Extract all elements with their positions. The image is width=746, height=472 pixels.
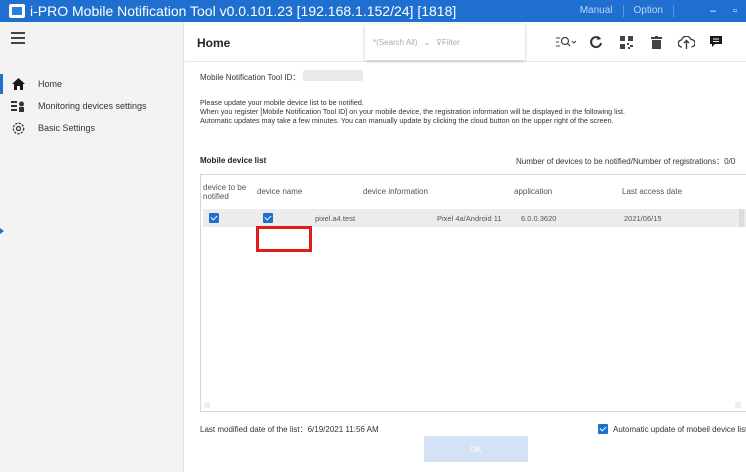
delete-icon[interactable] [645,32,667,52]
notice-text: Please update your mobile device list to… [200,98,625,125]
sidebar-item-monitoring-devices[interactable]: Monitoring devices settings [0,96,184,116]
refresh-icon[interactable] [585,32,607,52]
search-box[interactable]: *(Search All) ⌄ ⊽ Filter [365,24,525,60]
filter-input[interactable]: Filter [442,38,460,47]
highlight-annotation [256,226,312,252]
chevron-down-icon: ⌄ [423,37,431,47]
search-options-icon[interactable] [555,32,577,52]
sidebar-item-label: Home [38,79,63,89]
home-icon [11,77,25,91]
header-bar: Home *(Search All) ⌄ ⊽ Filter [185,22,746,62]
main-content: Home *(Search All) ⌄ ⊽ Filter Mobile Not… [185,22,746,472]
qr-code-icon[interactable] [615,32,637,52]
tool-id-value [303,70,363,81]
title-bar: i-PRO Mobile Notification Tool v0.0.101.… [0,0,746,22]
last-modified-label: Last modified date of the list：6/19/2021… [200,425,379,434]
column-header-last-access[interactable]: Last access date [622,187,682,196]
option-link[interactable]: Option [624,5,674,17]
page-title: Home [197,36,231,50]
pointer-arrow-icon [0,228,4,234]
auto-update-option[interactable]: Automatic update of mobeil device list [598,424,746,434]
toolbar [555,32,735,52]
sidebar: Home Monitoring devices settings Basic S… [0,22,184,472]
devices-icon [11,99,25,113]
notice-line: Please update your mobile device list to… [200,98,364,107]
device-table: device to be notified device name device… [200,174,746,412]
device-count-label: Number of devices to be notified/Number … [516,157,736,166]
vertical-scrollbar[interactable] [739,209,744,227]
gear-icon [11,121,25,135]
cloud-update-icon[interactable] [675,32,697,52]
column-header-device-name[interactable]: device name [257,187,302,196]
sidebar-item-home[interactable]: Home [0,74,184,94]
notify-checkbox[interactable] [209,213,219,223]
column-header-application[interactable]: application [514,187,552,196]
sidebar-item-basic-settings[interactable]: Basic Settings [0,118,184,138]
title-bar-controls: Manual Option – ▫ [570,0,746,22]
horizontal-scroll-right[interactable] [735,402,741,408]
ok-button[interactable]: OK [424,436,528,462]
minimize-button[interactable]: – [702,5,724,17]
hamburger-menu-icon[interactable] [11,32,25,44]
window-title: i-PRO Mobile Notification Tool v0.0.101.… [30,3,457,19]
auto-update-checkbox[interactable] [598,424,608,434]
app-window: i-PRO Mobile Notification Tool v0.0.101.… [0,0,746,472]
column-header-notified[interactable]: device to be notified [203,183,249,201]
auto-update-label: Automatic update of mobeil device list [613,424,746,434]
sidebar-item-label: Monitoring devices settings [38,101,147,111]
message-icon[interactable] [705,32,727,52]
tool-id-label: Mobile Notification Tool ID： [200,73,301,82]
last-access-cell: 2021/06/15 [624,214,662,223]
device-list-title: Mobile device list [200,156,267,165]
horizontal-scroll-left[interactable] [204,402,210,408]
sidebar-item-label: Basic Settings [38,123,96,133]
table-row[interactable]: pixel.a4.test Pixel 4a/Android 11 6.0.0.… [203,209,746,227]
app-logo-icon [9,4,25,18]
notice-line: When you register [Mobile Notification T… [200,107,625,116]
column-header-device-info[interactable]: device information [363,187,428,196]
search-scope-select[interactable]: *(Search All) [373,38,417,47]
device-info-cell: Pixel 4a/Android 11 [437,214,502,223]
maximize-button[interactable]: ▫ [724,5,746,17]
notice-line: Automatic updates may take a few minutes… [200,116,614,125]
manual-link[interactable]: Manual [570,5,624,17]
device-name-cell: pixel.a4.test [315,214,356,223]
application-cell: 6.0.0.3620 [521,214,557,223]
select-checkbox[interactable] [263,213,273,223]
